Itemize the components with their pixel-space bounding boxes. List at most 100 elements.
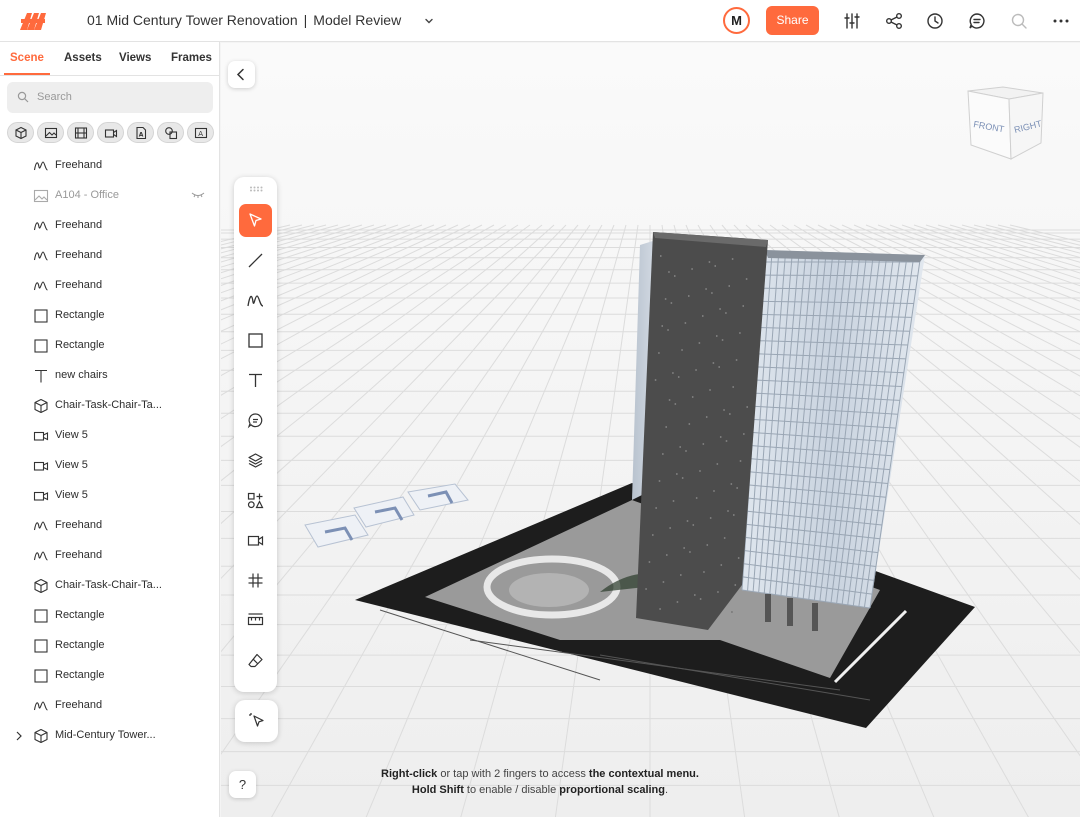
freehand-icon bbox=[33, 701, 48, 711]
rectangle-icon bbox=[34, 669, 48, 683]
layer-label: Freehand bbox=[55, 249, 103, 261]
search-placeholder: Search bbox=[37, 91, 72, 103]
panel-tabs: Scene Assets Views Frames bbox=[0, 42, 219, 76]
layer-item[interactable]: Freehand bbox=[0, 271, 219, 301]
view-cube[interactable]: FRONT RIGHT bbox=[963, 85, 1047, 165]
rectangle-tool[interactable] bbox=[239, 324, 272, 357]
layer-item[interactable]: View 5 bbox=[0, 421, 219, 451]
hint-hold-shift: Hold Shift bbox=[411, 784, 464, 796]
layer-item[interactable]: Mid-Century Tower... bbox=[0, 721, 219, 751]
share-button[interactable]: Share bbox=[766, 6, 819, 35]
layer-item[interactable]: new chairs bbox=[0, 361, 219, 391]
layer-item[interactable]: Freehand bbox=[0, 241, 219, 271]
text-icon bbox=[249, 373, 262, 387]
camera-icon bbox=[247, 535, 264, 546]
layer-item[interactable]: Freehand bbox=[0, 541, 219, 571]
layer-item[interactable]: Rectangle bbox=[0, 661, 219, 691]
layers-icon bbox=[248, 453, 263, 468]
ruler-icon bbox=[247, 613, 264, 626]
drawing-toolbar bbox=[234, 177, 277, 692]
camera-tool[interactable] bbox=[239, 524, 272, 557]
layer-item[interactable]: Chair-Task-Chair-Ta... bbox=[0, 391, 219, 421]
layer-item[interactable]: Rectangle bbox=[0, 631, 219, 661]
layer-item[interactable]: View 5 bbox=[0, 451, 219, 481]
chevron-right-icon[interactable] bbox=[14, 730, 24, 742]
layer-item[interactable]: Freehand bbox=[0, 691, 219, 721]
search-icon[interactable] bbox=[1009, 11, 1029, 31]
app-logo[interactable] bbox=[18, 10, 48, 32]
layer-label: Freehand bbox=[55, 519, 103, 531]
rectangle-icon bbox=[34, 639, 48, 653]
tab-scene[interactable]: Scene bbox=[10, 52, 44, 64]
freehand-icon bbox=[33, 161, 48, 171]
freehand-icon bbox=[33, 281, 48, 291]
comment-tool[interactable] bbox=[239, 404, 272, 437]
hint-line2-text: to enable / disable bbox=[463, 784, 560, 796]
tab-assets[interactable]: Assets bbox=[64, 52, 102, 64]
document-title[interactable]: 01 Mid Century Tower Renovation | Model Re… bbox=[87, 12, 401, 28]
search-input[interactable]: Search bbox=[7, 82, 213, 113]
layers-tool[interactable] bbox=[239, 444, 272, 477]
document-filter-icon[interactable]: A bbox=[127, 122, 154, 143]
freehand-tool[interactable] bbox=[239, 284, 272, 317]
layer-item[interactable]: Freehand bbox=[0, 211, 219, 241]
avatar[interactable]: M bbox=[723, 7, 750, 34]
pointer-icon bbox=[249, 213, 262, 227]
layer-label: Freehand bbox=[55, 219, 103, 231]
hint-period: . bbox=[665, 784, 669, 796]
svg-text:A: A bbox=[198, 130, 203, 138]
shapes-tool[interactable] bbox=[239, 484, 272, 517]
text-icon bbox=[35, 369, 47, 383]
freehand-icon bbox=[33, 251, 48, 261]
comment-icon[interactable] bbox=[967, 11, 987, 31]
drag-handle-icon[interactable] bbox=[249, 186, 263, 192]
text-filter-icon[interactable]: A bbox=[187, 122, 214, 143]
layer-label: Freehand bbox=[55, 159, 103, 171]
hash-grid-icon bbox=[248, 573, 263, 588]
line-icon bbox=[248, 253, 263, 268]
history-icon[interactable] bbox=[925, 11, 945, 31]
chevron-down-icon[interactable] bbox=[422, 14, 436, 28]
shapes-filter-icon[interactable] bbox=[157, 122, 184, 143]
layer-item[interactable]: Freehand bbox=[0, 511, 219, 541]
3d-viewport[interactable] bbox=[221, 43, 1080, 817]
freehand-icon bbox=[33, 521, 48, 531]
tab-views[interactable]: Views bbox=[119, 52, 151, 64]
selection-mode-button[interactable] bbox=[235, 700, 278, 742]
camera-filter-icon[interactable] bbox=[97, 122, 124, 143]
layer-label: Rectangle bbox=[55, 669, 105, 681]
layer-item[interactable]: Rectangle bbox=[0, 301, 219, 331]
model-filter-icon[interactable] bbox=[7, 122, 34, 143]
layer-item[interactable]: A104 - Office bbox=[0, 181, 219, 211]
share-icon[interactable] bbox=[884, 11, 904, 31]
collapse-panel-button[interactable] bbox=[228, 61, 255, 88]
film-filter-icon[interactable] bbox=[67, 122, 94, 143]
view-name: Model Review bbox=[313, 12, 402, 28]
hint-proportional-scaling: proportional scaling bbox=[559, 784, 665, 796]
image-filter-icon[interactable] bbox=[37, 122, 64, 143]
more-icon[interactable] bbox=[1051, 11, 1071, 31]
layer-item[interactable]: Rectangle bbox=[0, 331, 219, 361]
select-tool[interactable] bbox=[239, 204, 272, 237]
line-tool[interactable] bbox=[239, 244, 272, 277]
layer-label: A104 - Office bbox=[55, 189, 119, 201]
layer-item[interactable]: Freehand bbox=[0, 151, 219, 181]
cube-icon bbox=[34, 728, 48, 744]
measure-tool[interactable] bbox=[239, 604, 272, 637]
layer-item[interactable]: Chair-Task-Chair-Ta... bbox=[0, 571, 219, 601]
camera-icon bbox=[33, 491, 49, 501]
tab-frames[interactable]: Frames bbox=[171, 52, 212, 64]
scene-canvas[interactable] bbox=[221, 43, 1080, 817]
text-tool[interactable] bbox=[239, 364, 272, 397]
eraser-tool[interactable] bbox=[239, 644, 272, 677]
help-button[interactable]: ? bbox=[229, 771, 256, 798]
layer-item[interactable]: View 5 bbox=[0, 481, 219, 511]
grid-tool[interactable] bbox=[239, 564, 272, 597]
project-name: 01 Mid Century Tower Renovation bbox=[87, 12, 298, 28]
settings-sliders-icon[interactable] bbox=[842, 11, 862, 31]
shapes-icon bbox=[247, 492, 264, 509]
cube-icon bbox=[34, 398, 48, 414]
layer-label: Mid-Century Tower... bbox=[55, 729, 156, 741]
eye-hidden-icon[interactable] bbox=[191, 191, 205, 199]
layer-item[interactable]: Rectangle bbox=[0, 601, 219, 631]
